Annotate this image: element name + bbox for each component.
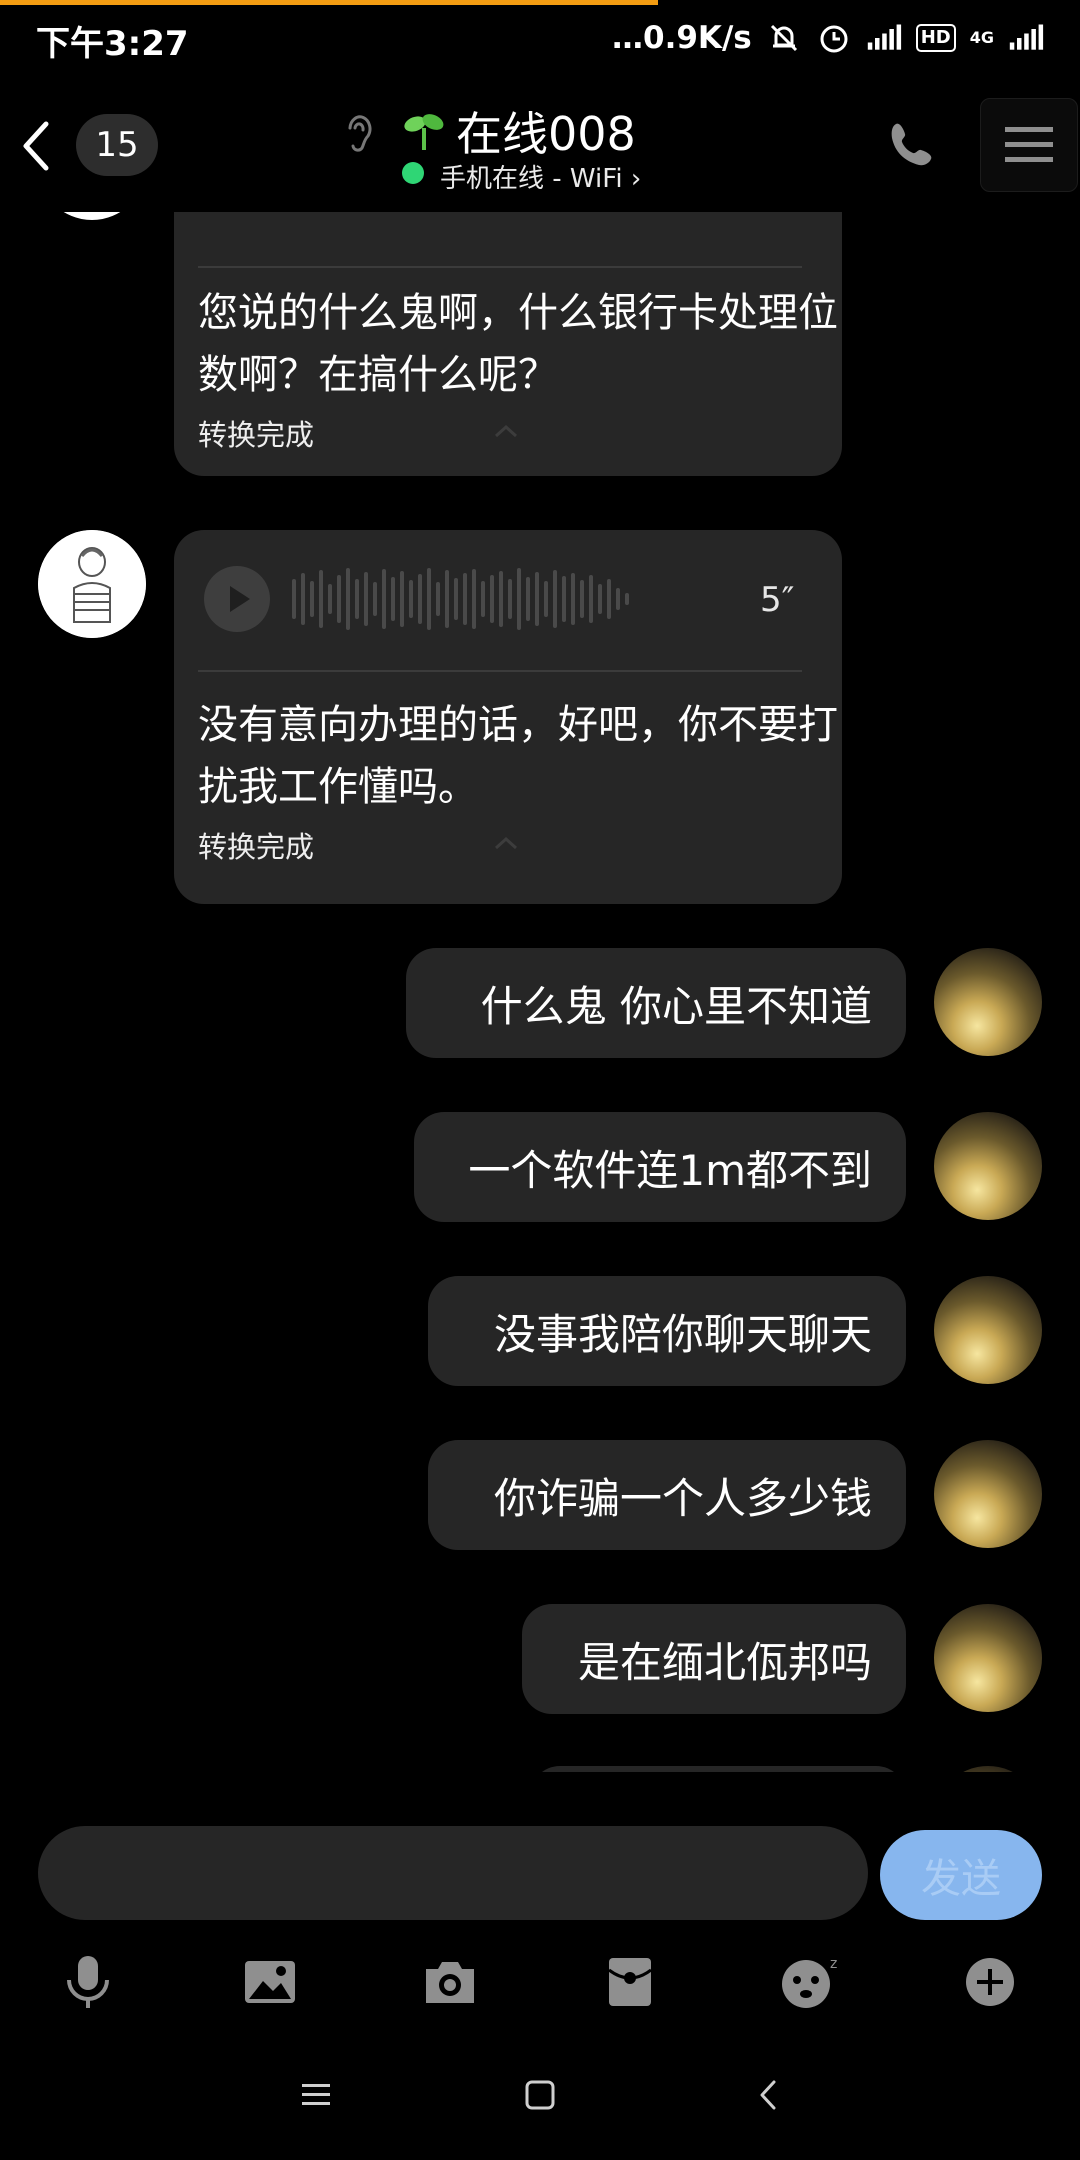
online-status[interactable]: 手机在线 - WiFi › <box>440 158 641 195</box>
plus-icon[interactable] <box>958 1950 1022 2014</box>
my-avatar[interactable] <box>934 1766 1042 1772</box>
message-text: 什么鬼 你心里不知道 <box>480 981 872 1031</box>
message-row: 一个软件连1m都不到 <box>0 1112 1080 1224</box>
phone-icon[interactable] <box>884 116 940 172</box>
status-bar: 下午3:27 …0.9K/s HD 4G <box>0 0 1080 80</box>
message-row: 什么鬼 你心里不知道 <box>0 948 1080 1060</box>
sent-message-bubble[interactable]: 没事我陪你聊天聊天 <box>428 1276 906 1386</box>
network-type: 4G <box>969 28 994 47</box>
voice-waveform <box>292 564 629 634</box>
my-avatar[interactable] <box>934 1604 1042 1712</box>
convert-status: 转换完成 <box>198 418 315 452</box>
message-row: 是在缅北佤邦吗 <box>0 1604 1080 1716</box>
emoji-icon[interactable]: z <box>778 1950 842 2014</box>
mic-icon[interactable] <box>56 1950 120 2014</box>
collapse-caret-icon[interactable] <box>494 836 518 850</box>
message-row: 没事我陪你聊天聊天 <box>0 1276 1080 1388</box>
message-text: 一个软件连1m都不到 <box>468 1145 872 1195</box>
network-speed: …0.9K/s <box>612 20 752 56</box>
my-avatar[interactable] <box>934 1440 1042 1548</box>
bubble-divider <box>198 670 802 672</box>
sprout-icon <box>402 108 446 152</box>
unread-count-badge[interactable]: 15 <box>76 114 158 176</box>
my-avatar[interactable] <box>934 1276 1042 1384</box>
alarm-icon <box>816 21 852 55</box>
my-avatar[interactable] <box>934 1112 1042 1220</box>
voice-message-bubble[interactable]: 您说的什么鬼啊，什么银行卡处理位数啊？在搞什么呢？ 转换完成 <box>174 212 842 476</box>
svg-text:z: z <box>830 1956 837 1972</box>
mute-bell-icon <box>766 21 802 55</box>
chat-message-list[interactable]: 您说的什么鬼啊，什么银行卡处理位数啊？在搞什么呢？ 转换完成 5″ 没有意向办理… <box>0 212 1080 1772</box>
nav-home-icon[interactable] <box>510 2070 570 2120</box>
voice-duration: 5″ <box>760 580 795 620</box>
my-avatar[interactable] <box>934 948 1042 1056</box>
voice-message-bubble[interactable]: 5″ 没有意向办理的话，好吧，你不要打扰我工作懂吗。 转换完成 <box>174 530 842 904</box>
red-packet-icon[interactable] <box>598 1950 662 2014</box>
sent-message-bubble[interactable]: 你诈骗一个人多少钱 <box>428 1440 906 1550</box>
image-icon[interactable] <box>238 1950 302 2014</box>
collapse-caret-icon[interactable] <box>494 424 518 438</box>
contact-name[interactable]: 在线008 <box>456 98 636 164</box>
message-text: 是在缅北佤邦吗 <box>577 1637 872 1687</box>
menu-icon[interactable] <box>980 98 1078 192</box>
send-button[interactable]: 发送 <box>880 1830 1042 1920</box>
online-indicator <box>402 162 424 184</box>
signal-icon-2 <box>1008 21 1044 55</box>
convert-status: 转换完成 <box>198 830 315 864</box>
contact-avatar[interactable] <box>38 212 146 220</box>
sent-message-bubble[interactable]: 一个软件连1m都不到 <box>414 1112 906 1222</box>
status-time: 下午3:27 <box>36 24 189 64</box>
nav-back-icon[interactable] <box>738 2070 798 2120</box>
chat-header: 15 在线008 手机在线 - WiFi › <box>0 96 1080 216</box>
signal-icon <box>866 21 902 55</box>
bubble-divider <box>198 266 802 268</box>
play-voice-button[interactable] <box>204 566 270 632</box>
status-icons: …0.9K/s HD 4G <box>612 18 1044 58</box>
message-input[interactable] <box>38 1826 868 1920</box>
back-arrow-icon[interactable] <box>14 114 58 178</box>
sent-message-bubble[interactable]: 什么鬼 你心里不知道 <box>406 948 906 1058</box>
ear-icon[interactable] <box>342 110 376 158</box>
message-text: 没事我陪你聊天聊天 <box>493 1309 872 1359</box>
message-row: 你诈骗一个人多少钱 <box>0 1440 1080 1552</box>
voice-transcript: 您说的什么鬼啊，什么银行卡处理位数啊？在搞什么呢？ <box>198 290 838 398</box>
message-text: 你诈骗一个人多少钱 <box>493 1473 872 1523</box>
sent-message-bubble[interactable]: 是在缅北佤邦吗 <box>522 1604 906 1714</box>
voice-transcript: 没有意向办理的话，好吧，你不要打扰我工作懂吗。 <box>198 702 838 810</box>
camera-icon[interactable] <box>418 1950 482 2014</box>
contact-avatar[interactable] <box>38 530 146 638</box>
hd-badge: HD <box>915 24 956 52</box>
sent-message-bubble-partial[interactable] <box>530 1766 906 1772</box>
nav-menu-icon[interactable] <box>286 2070 346 2120</box>
